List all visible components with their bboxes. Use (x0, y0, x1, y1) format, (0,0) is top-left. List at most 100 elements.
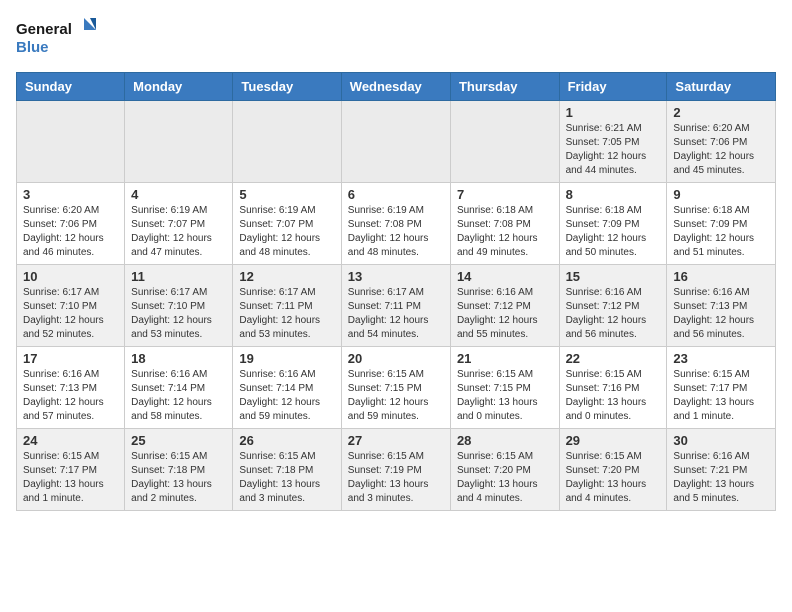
day-number: 2 (673, 105, 769, 120)
day-number: 26 (239, 433, 334, 448)
calendar-cell: 5 Sunrise: 6:19 AM Sunset: 7:07 PM Daylig… (233, 183, 341, 265)
calendar-cell: 16 Sunrise: 6:16 AM Sunset: 7:13 PM Dayli… (667, 265, 776, 347)
day-header-sunday: Sunday (17, 73, 125, 101)
day-info: Sunrise: 6:16 AM Sunset: 7:13 PM Dayligh… (673, 286, 769, 342)
day-info: Sunrise: 6:16 AM Sunset: 7:21 PM Dayligh… (673, 450, 769, 506)
calendar-cell: 27 Sunrise: 6:15 AM Sunset: 7:19 PM Dayli… (341, 429, 450, 511)
day-info: Sunrise: 6:15 AM Sunset: 7:15 PM Dayligh… (348, 368, 444, 424)
day-info: Sunrise: 6:18 AM Sunset: 7:09 PM Dayligh… (673, 204, 769, 260)
day-info: Sunrise: 6:17 AM Sunset: 7:11 PM Dayligh… (348, 286, 444, 342)
day-header-monday: Monday (125, 73, 233, 101)
day-number: 7 (457, 187, 553, 202)
day-info: Sunrise: 6:17 AM Sunset: 7:10 PM Dayligh… (131, 286, 226, 342)
day-info: Sunrise: 6:15 AM Sunset: 7:20 PM Dayligh… (457, 450, 553, 506)
day-info: Sunrise: 6:19 AM Sunset: 7:07 PM Dayligh… (239, 204, 334, 260)
calendar-cell: 30 Sunrise: 6:16 AM Sunset: 7:21 PM Dayli… (667, 429, 776, 511)
day-number: 10 (23, 269, 118, 284)
calendar-table: SundayMondayTuesdayWednesdayThursdayFrid… (16, 72, 776, 511)
day-number: 29 (566, 433, 661, 448)
day-number: 15 (566, 269, 661, 284)
calendar-cell: 17 Sunrise: 6:16 AM Sunset: 7:13 PM Dayli… (17, 347, 125, 429)
day-number: 23 (673, 351, 769, 366)
day-info: Sunrise: 6:15 AM Sunset: 7:19 PM Dayligh… (348, 450, 444, 506)
calendar-cell (233, 101, 341, 183)
calendar-cell: 8 Sunrise: 6:18 AM Sunset: 7:09 PM Daylig… (559, 183, 667, 265)
day-number: 6 (348, 187, 444, 202)
day-info: Sunrise: 6:19 AM Sunset: 7:07 PM Dayligh… (131, 204, 226, 260)
day-number: 22 (566, 351, 661, 366)
day-info: Sunrise: 6:16 AM Sunset: 7:14 PM Dayligh… (131, 368, 226, 424)
calendar-cell: 18 Sunrise: 6:16 AM Sunset: 7:14 PM Dayli… (125, 347, 233, 429)
day-header-wednesday: Wednesday (341, 73, 450, 101)
day-info: Sunrise: 6:15 AM Sunset: 7:20 PM Dayligh… (566, 450, 661, 506)
day-number: 18 (131, 351, 226, 366)
day-number: 17 (23, 351, 118, 366)
day-number: 13 (348, 269, 444, 284)
day-number: 19 (239, 351, 334, 366)
day-info: Sunrise: 6:19 AM Sunset: 7:08 PM Dayligh… (348, 204, 444, 260)
calendar-cell: 22 Sunrise: 6:15 AM Sunset: 7:16 PM Dayli… (559, 347, 667, 429)
day-number: 25 (131, 433, 226, 448)
day-number: 4 (131, 187, 226, 202)
day-info: Sunrise: 6:16 AM Sunset: 7:12 PM Dayligh… (566, 286, 661, 342)
day-info: Sunrise: 6:21 AM Sunset: 7:05 PM Dayligh… (566, 122, 661, 178)
calendar-cell: 15 Sunrise: 6:16 AM Sunset: 7:12 PM Dayli… (559, 265, 667, 347)
calendar-cell: 7 Sunrise: 6:18 AM Sunset: 7:08 PM Daylig… (450, 183, 559, 265)
calendar-cell: 9 Sunrise: 6:18 AM Sunset: 7:09 PM Daylig… (667, 183, 776, 265)
day-header-tuesday: Tuesday (233, 73, 341, 101)
day-number: 9 (673, 187, 769, 202)
day-number: 11 (131, 269, 226, 284)
calendar-week-row: 24Sunrise: 6:15 AM Sunset: 7:17 PM Dayli… (17, 429, 776, 511)
day-number: 21 (457, 351, 553, 366)
day-info: Sunrise: 6:15 AM Sunset: 7:17 PM Dayligh… (23, 450, 118, 506)
calendar-cell: 20 Sunrise: 6:15 AM Sunset: 7:15 PM Dayli… (341, 347, 450, 429)
day-number: 8 (566, 187, 661, 202)
day-number: 30 (673, 433, 769, 448)
calendar-cell (125, 101, 233, 183)
day-info: Sunrise: 6:17 AM Sunset: 7:11 PM Dayligh… (239, 286, 334, 342)
calendar-cell (450, 101, 559, 183)
day-info: Sunrise: 6:15 AM Sunset: 7:18 PM Dayligh… (239, 450, 334, 506)
day-number: 12 (239, 269, 334, 284)
calendar-cell: 12 Sunrise: 6:17 AM Sunset: 7:11 PM Dayli… (233, 265, 341, 347)
day-number: 27 (348, 433, 444, 448)
calendar-cell: 19 Sunrise: 6:16 AM Sunset: 7:14 PM Dayli… (233, 347, 341, 429)
day-info: Sunrise: 6:16 AM Sunset: 7:14 PM Dayligh… (239, 368, 334, 424)
svg-text:Blue: Blue (16, 39, 49, 56)
day-number: 5 (239, 187, 334, 202)
day-info: Sunrise: 6:18 AM Sunset: 7:09 PM Dayligh… (566, 204, 661, 260)
day-info: Sunrise: 6:20 AM Sunset: 7:06 PM Dayligh… (23, 204, 118, 260)
day-header-thursday: Thursday (450, 73, 559, 101)
day-number: 3 (23, 187, 118, 202)
day-number: 20 (348, 351, 444, 366)
day-info: Sunrise: 6:20 AM Sunset: 7:06 PM Dayligh… (673, 122, 769, 178)
calendar-cell: 1 Sunrise: 6:21 AM Sunset: 7:05 PM Daylig… (559, 101, 667, 183)
calendar-cell: 10 Sunrise: 6:17 AM Sunset: 7:10 PM Dayli… (17, 265, 125, 347)
day-info: Sunrise: 6:15 AM Sunset: 7:16 PM Dayligh… (566, 368, 661, 424)
page-header: General Blue (16, 16, 776, 60)
calendar-cell: 4 Sunrise: 6:19 AM Sunset: 7:07 PM Daylig… (125, 183, 233, 265)
calendar-cell (17, 101, 125, 183)
calendar-cell: 13 Sunrise: 6:17 AM Sunset: 7:11 PM Dayli… (341, 265, 450, 347)
calendar-cell: 24Sunrise: 6:15 AM Sunset: 7:17 PM Dayli… (17, 429, 125, 511)
day-info: Sunrise: 6:16 AM Sunset: 7:12 PM Dayligh… (457, 286, 553, 342)
calendar-cell: 2 Sunrise: 6:20 AM Sunset: 7:06 PM Daylig… (667, 101, 776, 183)
day-number: 16 (673, 269, 769, 284)
calendar-cell: 25Sunrise: 6:15 AM Sunset: 7:18 PM Dayli… (125, 429, 233, 511)
svg-text:General: General (16, 21, 72, 38)
day-info: Sunrise: 6:18 AM Sunset: 7:08 PM Dayligh… (457, 204, 553, 260)
calendar-week-row: 1 Sunrise: 6:21 AM Sunset: 7:05 PM Daylig… (17, 101, 776, 183)
calendar-cell: 14 Sunrise: 6:16 AM Sunset: 7:12 PM Dayli… (450, 265, 559, 347)
day-number: 1 (566, 105, 661, 120)
calendar-header-row: SundayMondayTuesdayWednesdayThursdayFrid… (17, 73, 776, 101)
day-header-friday: Friday (559, 73, 667, 101)
day-info: Sunrise: 6:15 AM Sunset: 7:17 PM Dayligh… (673, 368, 769, 424)
day-info: Sunrise: 6:17 AM Sunset: 7:10 PM Dayligh… (23, 286, 118, 342)
day-number: 14 (457, 269, 553, 284)
logo-svg: General Blue (16, 16, 96, 60)
calendar-cell (341, 101, 450, 183)
calendar-cell: 28Sunrise: 6:15 AM Sunset: 7:20 PM Dayli… (450, 429, 559, 511)
day-info: Sunrise: 6:15 AM Sunset: 7:15 PM Dayligh… (457, 368, 553, 424)
calendar-week-row: 17 Sunrise: 6:16 AM Sunset: 7:13 PM Dayli… (17, 347, 776, 429)
day-info: Sunrise: 6:16 AM Sunset: 7:13 PM Dayligh… (23, 368, 118, 424)
